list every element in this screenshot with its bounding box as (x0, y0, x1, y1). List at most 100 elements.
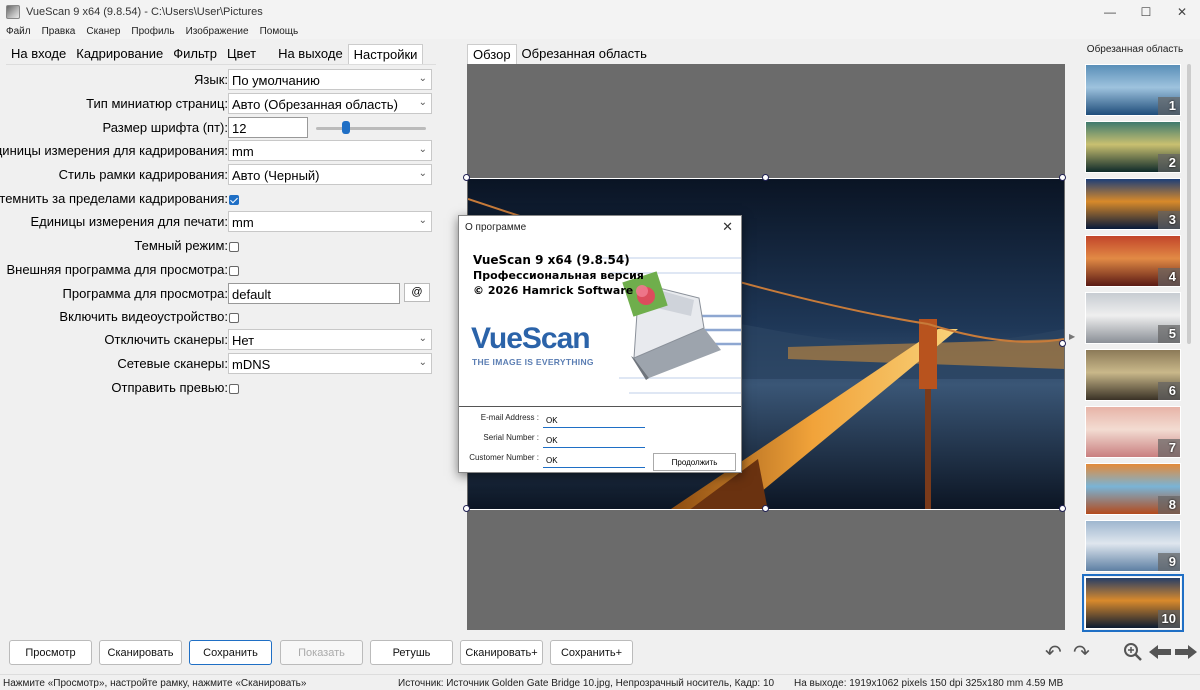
external-viewer-checkbox[interactable] (229, 266, 239, 276)
darken-checkbox[interactable] (229, 195, 239, 205)
tab-output[interactable]: На выходе (273, 44, 348, 64)
network-scanners-select[interactable]: mDNS ⌄ (228, 353, 432, 374)
window-title: VueScan 9 x64 (9.8.54) - C:\Users\User\P… (26, 5, 263, 18)
menu-scanner[interactable]: Сканер (80, 26, 125, 37)
scan-button[interactable]: Сканировать (99, 640, 182, 665)
rotate-right-icon[interactable]: ↷ (1073, 640, 1090, 665)
send-preview-label: Отправить превью: (111, 380, 228, 395)
serial-label: Serial Number : (483, 433, 539, 442)
send-preview-checkbox[interactable] (229, 384, 239, 394)
dark-mode-label: Темный режим: (134, 238, 228, 253)
crop-handle-top-left[interactable] (463, 174, 470, 181)
thumbnail-number: 5 (1168, 326, 1176, 341)
language-select[interactable]: По умолчанию ⌄ (228, 69, 432, 90)
video-device-row: Включить видеоустройство: (6, 306, 436, 328)
save-plus-button[interactable]: Сохранить+ (550, 640, 633, 665)
minimize-button[interactable]: — (1092, 0, 1128, 23)
crop-handle-bottom-right[interactable] (1059, 505, 1066, 512)
arrow-left-icon[interactable] (1149, 644, 1171, 660)
serial-field[interactable]: OK (543, 432, 645, 448)
tool-icons: ↶ ↷ (1045, 640, 1200, 666)
crop-handle-right[interactable] (1059, 340, 1066, 347)
menu-edit[interactable]: Правка (36, 26, 81, 37)
viewer-program-browse-button[interactable]: @ (404, 283, 430, 302)
tab-cropped-area[interactable]: Обрезанная область (517, 44, 652, 64)
retouch-button[interactable]: Ретушь (370, 640, 453, 665)
chevron-down-icon: ⌄ (418, 357, 427, 368)
zoom-in-icon[interactable] (1123, 642, 1143, 662)
video-device-checkbox[interactable] (229, 313, 239, 323)
thumbnail-8[interactable]: 8 (1085, 463, 1181, 515)
continue-button[interactable]: Продолжить (653, 453, 736, 471)
disable-scanners-select[interactable]: Нет ⌄ (228, 329, 432, 350)
crop-handle-top-right[interactable] (1059, 174, 1066, 181)
thumbnail-9[interactable]: 9 (1085, 520, 1181, 572)
show-button[interactable]: Показать (280, 640, 363, 665)
crop-handle-bottom[interactable] (762, 505, 769, 512)
tab-overview[interactable]: Обзор (467, 44, 517, 64)
thumbnail-3[interactable]: 3 (1085, 178, 1181, 230)
font-size-slider-track[interactable] (316, 127, 426, 130)
tab-settings[interactable]: Настройки (347, 44, 424, 64)
thumbnail-2[interactable]: 2 (1085, 121, 1181, 173)
crop-units-select[interactable]: mm ⌄ (228, 140, 432, 161)
menu-bar: Файл Правка Сканер Профиль Изображение П… (0, 23, 1200, 39)
about-splash: VueScan 9 x64 (9.8.54) Профессиональная … (459, 238, 741, 406)
crop-units-row: Единицы измерения для кадрирования: mm ⌄ (0, 140, 436, 162)
menu-image[interactable]: Изображение (180, 26, 254, 37)
thumbnail-4[interactable]: 4 (1085, 235, 1181, 287)
tab-crop[interactable]: Кадрирование (71, 44, 168, 64)
status-bar: Нажмите «Просмотр», настройте рамку, наж… (0, 674, 1200, 690)
print-units-select[interactable]: mm ⌄ (228, 211, 432, 232)
tab-color[interactable]: Цвет (222, 44, 261, 64)
thumbnail-5[interactable]: 5 (1085, 292, 1181, 344)
menu-profile[interactable]: Профиль (125, 26, 179, 37)
rotate-left-icon[interactable]: ↶ (1045, 640, 1062, 665)
thumbnail-number: 10 (1161, 611, 1176, 626)
viewer-program-input[interactable]: default (228, 283, 400, 304)
email-field[interactable]: OK (543, 412, 645, 428)
thumbnail-number: 6 (1168, 383, 1176, 398)
vuescan-app-icon (6, 4, 20, 19)
network-scanners-row: Сетевые сканеры: mDNS ⌄ (6, 353, 436, 375)
thumbnail-10[interactable]: 10 (1082, 574, 1184, 632)
close-icon[interactable]: ✕ (722, 219, 733, 235)
tab-input[interactable]: На входе (6, 44, 71, 64)
email-label: E-mail Address : (480, 413, 539, 422)
tab-filter[interactable]: Фильтр (168, 44, 222, 64)
chevron-down-icon: ⌄ (418, 333, 427, 344)
preview-button[interactable]: Просмотр (9, 640, 92, 665)
thumbnail-scrollbar[interactable] (1187, 64, 1191, 344)
thumbnail-6[interactable]: 6 (1085, 349, 1181, 401)
settings-tabs: На входе Кадрирование Фильтр Цвет На вых… (6, 44, 424, 64)
crop-handle-top[interactable] (762, 174, 769, 181)
font-size-slider-thumb[interactable] (342, 121, 350, 134)
font-size-input[interactable]: 12 (228, 117, 308, 138)
save-button[interactable]: Сохранить (189, 640, 272, 665)
menu-file[interactable]: Файл (0, 26, 36, 37)
crop-handle-bottom-left[interactable] (463, 505, 470, 512)
thumbnail-number: 8 (1168, 497, 1176, 512)
language-row: Язык: По умолчанию ⌄ (6, 69, 436, 91)
crop-style-select[interactable]: Авто (Черный) ⌄ (228, 164, 432, 185)
menu-help[interactable]: Помощь (254, 26, 304, 37)
chevron-down-icon: ⌄ (418, 215, 427, 226)
close-button[interactable]: ✕ (1164, 0, 1200, 23)
network-scanners-label: Сетевые сканеры: (117, 356, 228, 371)
dark-mode-checkbox[interactable] (229, 242, 239, 252)
print-units-row: Единицы измерения для печати: mm ⌄ (6, 211, 436, 233)
maximize-button[interactable]: ☐ (1128, 0, 1164, 23)
dialog-divider (459, 406, 741, 407)
chevron-down-icon: ⌄ (418, 73, 427, 84)
arrow-right-icon[interactable] (1175, 644, 1197, 660)
collapse-arrow-icon[interactable]: ▶ (1069, 332, 1075, 341)
about-edition: Профессиональная версия (473, 269, 644, 282)
customer-field[interactable]: OK (543, 452, 645, 468)
scan-plus-button[interactable]: Сканировать+ (460, 640, 543, 665)
thumbnail-7[interactable]: 7 (1085, 406, 1181, 458)
thumbnail-1[interactable]: 1 (1085, 64, 1181, 116)
external-viewer-label: Внешняя программа для просмотра: (6, 262, 228, 277)
external-viewer-row: Внешняя программа для просмотра: (6, 259, 436, 281)
thumb-type-select[interactable]: Авто (Обрезанная область) ⌄ (228, 93, 432, 114)
thumbnail-number: 4 (1168, 269, 1176, 284)
